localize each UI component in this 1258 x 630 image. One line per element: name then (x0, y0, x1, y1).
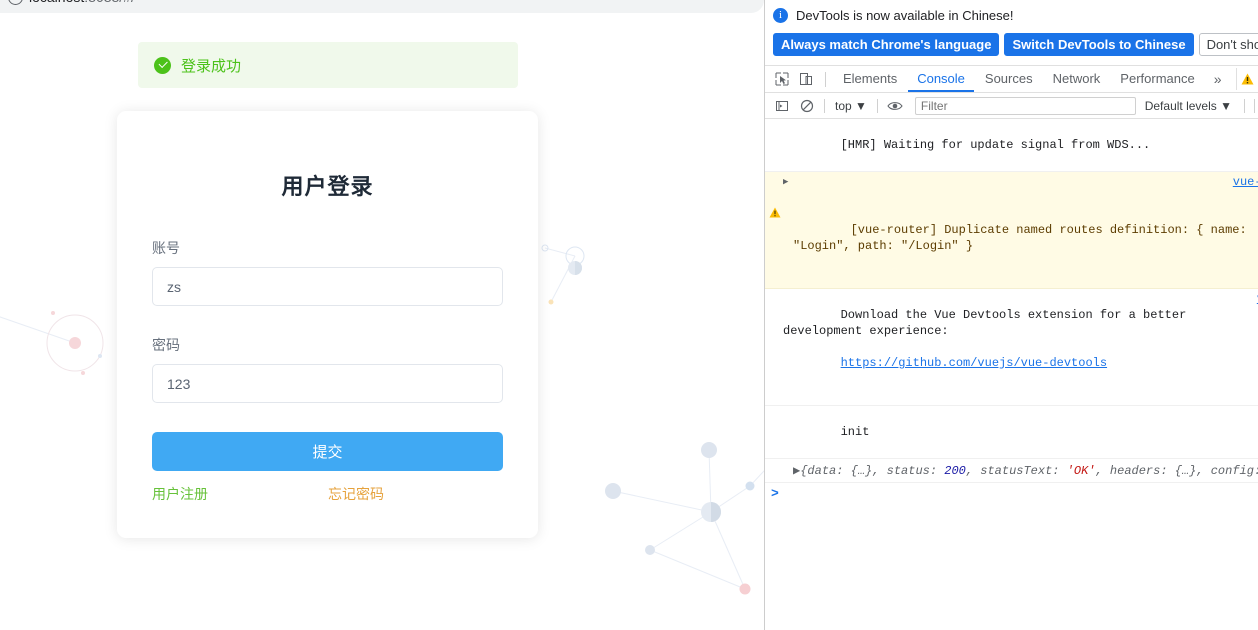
clear-console-icon[interactable] (796, 95, 818, 117)
warning-glyph (769, 207, 781, 218)
console-message-text: init (840, 425, 870, 439)
inspect-element-glyph (775, 72, 789, 86)
tab-console[interactable]: Console (908, 66, 974, 92)
toolbar-divider-5 (1254, 98, 1255, 113)
live-expression-eye-icon[interactable] (884, 95, 906, 117)
switch-to-chinese-button[interactable]: Switch DevTools to Chinese (1004, 33, 1194, 56)
console-message-text: Download the Vue Devtools extension for … (783, 308, 1194, 338)
console-message-vue-router-warning[interactable]: ▶ [vue-router] Duplicate named routes de… (765, 172, 1258, 289)
password-field-group: 密码 (152, 335, 503, 403)
console-message-response-object[interactable]: ▶{data: {…}, status: 200, statusText: 'O… (765, 459, 1258, 483)
console-sidebar-glyph (776, 100, 788, 111)
source-link[interactable]: vue-ro (1233, 174, 1258, 190)
console-message-text: [vue-router] Duplicate named routes defi… (793, 223, 1254, 253)
chevron-down-icon-2: ▼ (1220, 98, 1232, 113)
toolbar-divider-3 (876, 98, 878, 113)
inspect-element-icon[interactable] (771, 68, 793, 90)
account-label: 账号 (152, 240, 180, 256)
toolbar-divider-4 (1244, 98, 1245, 113)
tab-elements[interactable]: Elements (834, 66, 906, 92)
register-link[interactable]: 用户注册 (152, 484, 208, 504)
account-field-group: 账号 (152, 238, 503, 306)
password-input[interactable] (152, 364, 503, 403)
url-path: :8088/#/ (84, 0, 135, 5)
screen: i localhost:8088/#/ (0, 0, 1258, 630)
devtools-tab-bar: Elements Console Sources Network Perform… (765, 66, 1258, 93)
url-text: localhost:8088/#/ (29, 0, 135, 5)
tab-network[interactable]: Network (1044, 66, 1110, 92)
more-tabs-chevron-icon[interactable]: » (1206, 71, 1230, 87)
account-input[interactable] (152, 267, 503, 306)
prompt-chevron-icon: > (771, 486, 779, 501)
banner-message-row: i DevTools is now available in Chinese! (773, 8, 1250, 23)
url-bar-content[interactable]: i localhost:8088/#/ (8, 0, 135, 5)
object-suffix: , headers: {…}, config: {…}, (1095, 464, 1258, 478)
chevron-down-icon: ▼ (855, 98, 867, 113)
password-label: 密码 (152, 337, 180, 353)
success-alert-text: 登录成功 (181, 57, 242, 75)
console-message-list: [HMR] Waiting for update signal from WDS… (765, 119, 1258, 504)
devtools-panel: i DevTools is now available in Chinese! … (764, 0, 1258, 630)
console-message-vue-devtools[interactable]: Download the Vue Devtools extension for … (765, 289, 1258, 406)
success-alert: 登录成功 (138, 42, 518, 88)
url-host: localhost (29, 0, 84, 5)
device-toolbar-icon[interactable] (795, 68, 817, 90)
card-links: 用户注册 忘记密码 (152, 484, 503, 504)
devtools-language-banner: i DevTools is now available in Chinese! … (765, 0, 1258, 66)
banner-message: DevTools is now available in Chinese! (796, 8, 1014, 23)
dont-show-again-button[interactable]: Don't show again (1198, 33, 1258, 56)
tab-sources[interactable]: Sources (976, 66, 1042, 92)
console-prompt[interactable]: > (765, 483, 1258, 504)
object-middle: , statusText: (965, 464, 1067, 478)
execution-context-value: top (835, 98, 852, 113)
always-match-language-button[interactable]: Always match Chrome's language (773, 33, 1000, 56)
execution-context-select[interactable]: top ▼ (831, 99, 871, 113)
console-toolbar: top ▼ Default levels ▼ (765, 93, 1258, 119)
object-status-value: 200 (944, 464, 966, 478)
toolbar-divider-2 (824, 98, 825, 113)
warning-count-badge[interactable] (1236, 68, 1258, 90)
site-info-icon[interactable]: i (8, 0, 23, 5)
browser-url-bar[interactable]: i localhost:8088/#/ (0, 0, 764, 13)
tab-performance[interactable]: Performance (1111, 66, 1203, 92)
submit-button[interactable]: 提交 (152, 432, 503, 471)
eye-glyph (887, 101, 903, 110)
console-message-init[interactable]: init (765, 406, 1258, 459)
vue-devtools-url-link[interactable]: https://github.com/vuejs/vue-devtools (841, 356, 1107, 370)
page-title: 用户登录 (281, 174, 374, 199)
expand-arrow-icon[interactable]: ▶ (783, 174, 788, 190)
warning-triangle-icon (1241, 73, 1254, 85)
console-sidebar-icon[interactable] (771, 95, 793, 117)
device-toolbar-glyph (800, 73, 812, 85)
login-card: 用户登录 账号 密码 提交 用户注册 忘记密码 (117, 111, 538, 538)
object-status-text: 'OK' (1066, 464, 1096, 478)
object-prefix: {data: {…}, status: (800, 464, 945, 478)
clear-console-glyph (800, 99, 814, 112)
web-page: 登录成功 用户登录 账号 密码 提交 用户注册 忘记密码 (0, 13, 764, 630)
console-message-hmr[interactable]: [HMR] Waiting for update signal from WDS… (765, 119, 1258, 172)
warning-triangle-icon (769, 175, 781, 218)
filter-input[interactable] (914, 96, 1136, 115)
toolbar-divider (825, 71, 826, 87)
console-message-text: [HMR] Waiting for update signal from WDS… (840, 138, 1151, 152)
log-levels-select[interactable]: Default levels ▼ (1145, 99, 1238, 113)
log-levels-value: Default levels (1144, 98, 1217, 113)
success-check-icon (154, 56, 171, 74)
forgot-password-link[interactable]: 忘记密码 (328, 484, 384, 504)
banner-buttons: Always match Chrome's language Switch De… (773, 33, 1258, 56)
info-icon: i (773, 8, 788, 23)
